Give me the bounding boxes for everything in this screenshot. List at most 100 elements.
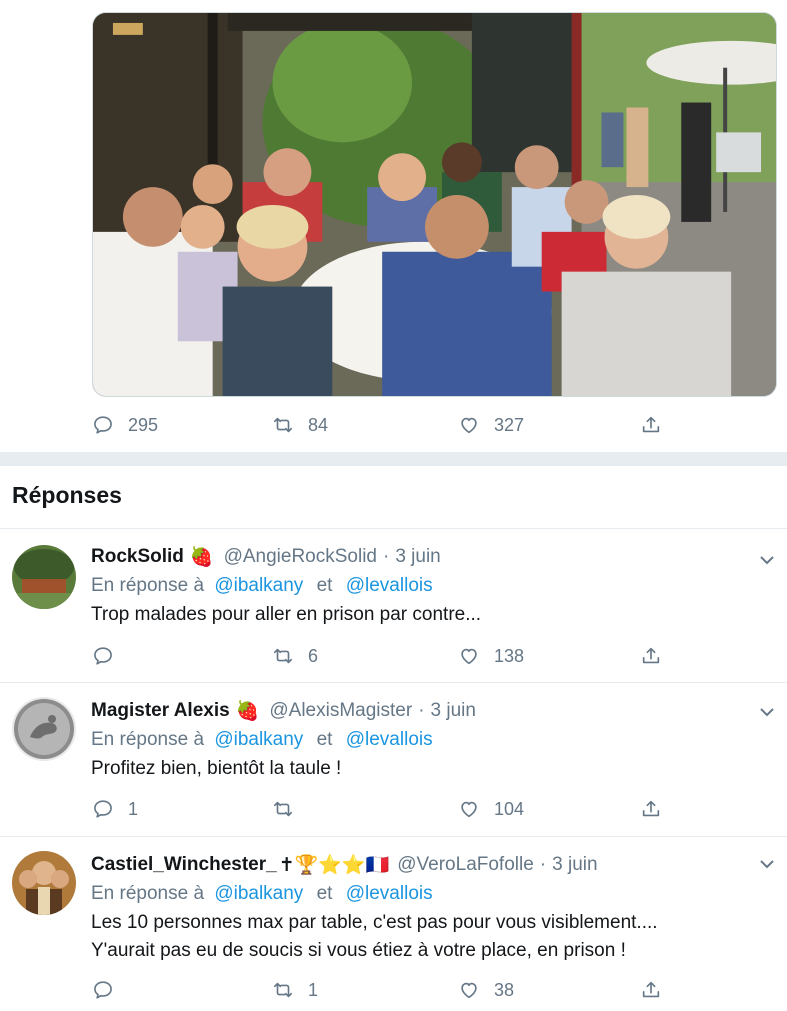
like-button[interactable]: 104: [458, 794, 524, 824]
more-options-chevron[interactable]: [758, 703, 776, 721]
name-emoji-badges: 🍓: [235, 701, 260, 722]
heart-icon: [461, 982, 477, 999]
user-handle[interactable]: @VeroLaFofolle: [397, 854, 534, 876]
chevron-down-icon: [760, 708, 774, 717]
more-options-chevron[interactable]: [758, 551, 776, 569]
avatar-landscape-image: [12, 545, 76, 609]
reply-button[interactable]: 295: [92, 410, 158, 440]
tweet-text-line: Profitez bien, bientôt la taule !: [91, 758, 342, 779]
avatar[interactable]: [12, 851, 76, 915]
name-emoji-badges: 🍓: [189, 547, 214, 568]
retweet-count: 1: [308, 979, 319, 1000]
retweet-icon: [273, 982, 293, 998]
retweet-button[interactable]: 84: [272, 410, 328, 440]
mention-joiner: et: [316, 883, 333, 904]
share-button[interactable]: [640, 975, 662, 1005]
chevron-down-icon: [760, 556, 774, 565]
reply-button[interactable]: 1: [92, 794, 138, 824]
like-count: 327: [494, 414, 525, 435]
in-reply-prefix: En réponse à: [91, 729, 205, 750]
mention-link[interactable]: @levallois: [346, 575, 433, 596]
retweet-count: 6: [308, 645, 319, 666]
reply-action-bar: 1 38: [92, 975, 672, 1005]
mention-link[interactable]: @ibalkany: [214, 883, 303, 904]
share-icon: [642, 800, 660, 817]
tweet-text: Profitez bien, bientôt la taule !: [91, 755, 341, 783]
share-button[interactable]: [640, 410, 662, 440]
mention-joiner: et: [316, 729, 333, 750]
like-button[interactable]: 38: [458, 975, 514, 1005]
reply-icon: [94, 800, 112, 818]
reply-tweet[interactable]: Castiel_Winchester_ ✝🏆⭐⭐🇫🇷 @VeroLaFofoll…: [0, 836, 787, 1011]
reply-button[interactable]: [92, 641, 114, 671]
avatar[interactable]: [12, 697, 76, 761]
retweet-button[interactable]: 6: [272, 641, 318, 671]
reply-action-bar: 6 138: [92, 641, 672, 671]
like-count: 138: [494, 645, 525, 666]
like-button[interactable]: 327: [458, 410, 524, 440]
share-button[interactable]: [640, 794, 662, 824]
like-count: 38: [494, 979, 515, 1000]
reply-icon: [94, 647, 112, 665]
chevron-down-icon: [760, 860, 774, 869]
in-reply-prefix: En réponse à: [91, 575, 205, 596]
reply-tweet[interactable]: RockSolid 🍓 @AngieRockSolid · 3 juin En …: [0, 528, 787, 680]
tweet-date[interactable]: 3 juin: [431, 700, 476, 722]
share-button[interactable]: [640, 641, 662, 671]
in-reply-to: En réponse à @ibalkany et @levallois: [91, 729, 433, 751]
in-reply-to: En réponse à @ibalkany et @levallois: [91, 575, 433, 597]
in-reply-to: En réponse à @ibalkany et @levallois: [91, 883, 433, 905]
user-handle[interactable]: @AngieRockSolid: [224, 546, 377, 568]
name-emoji-badges: ✝🏆⭐⭐🇫🇷: [278, 855, 390, 876]
reply-action-bar: 1 104: [92, 794, 672, 824]
separator-dot: ·: [383, 546, 390, 567]
tweet-text: Trop malades pour aller en prison par co…: [91, 601, 481, 629]
reply-count: 295: [128, 414, 159, 435]
like-button[interactable]: 138: [458, 641, 524, 671]
avatar-portrait-image: [12, 851, 76, 915]
reply-tweet[interactable]: Magister Alexis 🍓 @AlexisMagister · 3 ju…: [0, 682, 787, 834]
avatar-coin-image: [12, 697, 76, 761]
share-icon: [642, 416, 660, 433]
tweet-date[interactable]: 3 juin: [552, 854, 597, 876]
reply-header: Magister Alexis 🍓 @AlexisMagister · 3 ju…: [91, 699, 476, 723]
tweet-action-bar: 295 84 327: [92, 410, 672, 440]
section-separator: [0, 452, 787, 466]
tweet-text: Les 10 personnes max par table, c'est pa…: [91, 909, 658, 965]
display-name[interactable]: Castiel_Winchester_: [91, 854, 277, 876]
display-name[interactable]: RockSolid: [91, 546, 184, 568]
retweet-button[interactable]: [272, 794, 294, 824]
display-name[interactable]: Magister Alexis: [91, 700, 230, 722]
restaurant-group-photo: [93, 13, 776, 396]
reply-header: RockSolid 🍓 @AngieRockSolid · 3 juin: [91, 545, 441, 569]
tweet-date[interactable]: 3 juin: [395, 546, 440, 568]
tweet-text-line: Trop malades pour aller en prison par co…: [91, 604, 482, 625]
replies-heading: Réponses: [12, 482, 122, 508]
tweet-photo[interactable]: [92, 12, 777, 397]
reply-count: 1: [128, 798, 139, 819]
more-options-chevron[interactable]: [758, 855, 776, 873]
separator-dot: ·: [539, 854, 547, 875]
reply-icon: [94, 416, 112, 434]
heart-icon: [461, 648, 477, 665]
retweet-count: 84: [308, 414, 329, 435]
tweet-text-line: Y'aurait pas eu de soucis si vous étiez …: [91, 940, 626, 961]
retweet-icon: [273, 417, 293, 433]
reply-icon: [94, 981, 112, 999]
avatar[interactable]: [12, 545, 76, 609]
mention-link[interactable]: @ibalkany: [214, 729, 303, 750]
mention-link[interactable]: @levallois: [346, 729, 433, 750]
share-icon: [642, 981, 660, 998]
share-icon: [642, 647, 660, 664]
mention-link[interactable]: @ibalkany: [214, 575, 303, 596]
reply-header: Castiel_Winchester_ ✝🏆⭐⭐🇫🇷 @VeroLaFofoll…: [91, 853, 598, 877]
retweet-button[interactable]: 1: [272, 975, 318, 1005]
heart-icon: [461, 801, 477, 818]
separator-dot: ·: [418, 700, 425, 721]
retweet-icon: [273, 801, 293, 817]
mention-link[interactable]: @levallois: [346, 883, 433, 904]
like-count: 104: [494, 798, 525, 819]
mention-joiner: et: [316, 575, 333, 596]
reply-button[interactable]: [92, 975, 114, 1005]
user-handle[interactable]: @AlexisMagister: [269, 700, 412, 722]
